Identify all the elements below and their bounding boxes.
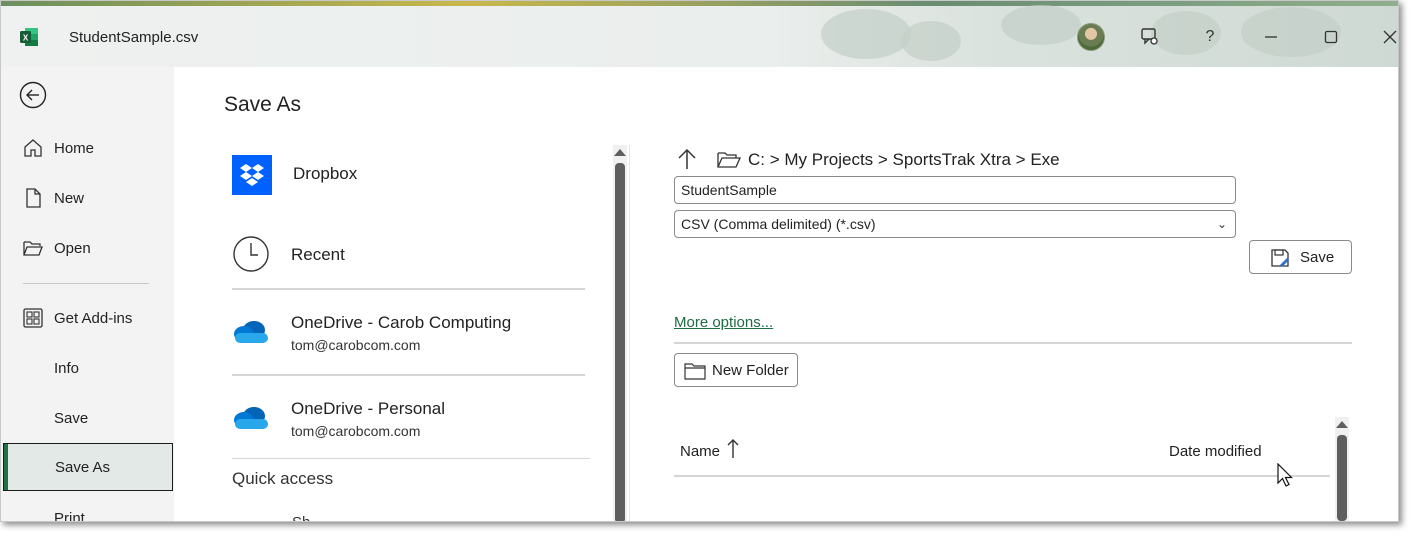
nav-get-addins-label: Get Add-ins <box>54 309 133 327</box>
document-title: StudentSample.csv <box>69 29 199 46</box>
backstage-nav: Home New Open Get Add-ins Info Save Save… <box>1 67 174 522</box>
file-list-header-divider <box>674 475 1330 477</box>
maximize-icon <box>1324 30 1338 44</box>
location-onedrive-personal-label: OneDrive - Personal <box>291 399 446 418</box>
save-as-panel: Save As Dropbox Recent OneDrive - Carob <box>174 67 1398 521</box>
nav-save-as[interactable]: Save As <box>3 443 173 491</box>
column-header-name[interactable]: Name <box>680 439 739 460</box>
nav-open-label: Open <box>54 239 91 257</box>
location-dropbox[interactable]: Dropbox <box>230 153 590 197</box>
svg-text:X: X <box>23 34 29 43</box>
nav-info-label: Info <box>54 359 80 377</box>
folder-open-icon <box>717 152 742 168</box>
file-list-scroll-thumb[interactable] <box>1337 435 1347 521</box>
scroll-up-arrow-icon[interactable] <box>1336 421 1348 428</box>
close-icon <box>1383 30 1397 44</box>
home-icon <box>21 136 45 160</box>
minimize-button[interactable] <box>1256 23 1286 51</box>
user-avatar[interactable] <box>1077 23 1105 51</box>
filename-input[interactable]: StudentSample <box>674 176 1236 204</box>
panel-separator <box>629 145 630 521</box>
feedback-icon <box>1141 28 1158 45</box>
location-dropbox-label: Dropbox <box>293 164 358 183</box>
options-divider <box>674 342 1352 344</box>
nav-info[interactable]: Info <box>1 344 172 392</box>
minimize-icon <box>1265 36 1277 38</box>
nav-new-label: New <box>54 189 85 207</box>
onedrive-cloud-icon <box>234 321 268 343</box>
back-button[interactable] <box>19 81 47 109</box>
nav-open[interactable]: Open <box>1 224 172 272</box>
location-onedrive-personal-email: tom@carobcom.com <box>291 423 421 439</box>
background-cloud-decor <box>901 21 961 61</box>
addins-grid-icon <box>21 306 45 330</box>
excel-window: X StudentSample.csv ? Home New Open Get … <box>0 0 1399 522</box>
title-bar-top-strip <box>1 1 1398 6</box>
breadcrumb-path[interactable]: C: > My Projects > SportsTrak Xtra > Exe <box>748 150 1060 170</box>
column-header-date-modified[interactable]: Date modified <box>1169 443 1262 460</box>
location-divider <box>232 458 590 459</box>
new-folder-icon <box>684 363 706 380</box>
back-arrow-icon <box>19 81 47 109</box>
chevron-down-icon: ⌄ <box>1216 217 1227 231</box>
location-recent[interactable]: Recent <box>230 235 590 275</box>
nav-print[interactable]: Print <box>1 494 172 522</box>
nav-save-label: Save <box>54 409 89 427</box>
nav-home[interactable]: Home <box>1 124 172 172</box>
filetype-selected-value: CSV (Comma delimited) (*.csv) <box>681 216 876 232</box>
scroll-up-arrow-icon[interactable] <box>614 149 626 156</box>
location-divider <box>232 288 585 290</box>
excel-logo-icon: X <box>20 28 38 46</box>
dropbox-icon <box>232 155 272 195</box>
location-onedrive-carob-email: tom@carobcom.com <box>291 337 421 353</box>
new-doc-icon <box>21 186 45 210</box>
column-header-name-label: Name <box>680 443 721 460</box>
quick-access-heading: Quick access <box>232 469 334 488</box>
help-button[interactable]: ? <box>1195 23 1225 51</box>
location-divider <box>232 374 585 376</box>
file-list-scrollbar[interactable] <box>1335 417 1349 521</box>
breadcrumb: C: > My Projects > SportsTrak Xtra > Exe <box>676 147 1276 173</box>
nav-save[interactable]: Save <box>1 394 172 442</box>
more-options-link[interactable]: More options... <box>674 314 773 331</box>
save-button[interactable]: Save <box>1249 240 1352 274</box>
nav-new[interactable]: New <box>1 174 172 222</box>
save-disk-icon <box>1271 249 1289 267</box>
locations-scrollbar[interactable] <box>613 145 627 521</box>
nav-save-as-label: Save As <box>55 458 111 476</box>
location-recent-label: Recent <box>291 245 345 264</box>
feedback-button[interactable] <box>1135 23 1165 51</box>
filetype-select[interactable]: CSV (Comma delimited) (*.csv) ⌄ <box>674 210 1236 238</box>
new-folder-button[interactable]: New Folder <box>674 353 798 387</box>
new-folder-label: New Folder <box>712 361 789 379</box>
nav-home-label: Home <box>54 139 95 157</box>
nav-print-label: Print <box>54 509 85 522</box>
sort-ascending-icon <box>727 439 739 458</box>
background-cloud-decor <box>1001 5 1081 45</box>
nav-get-addins[interactable]: Get Add-ins <box>1 294 172 342</box>
close-button[interactable] <box>1375 23 1398 51</box>
location-onedrive-carob-label: OneDrive - Carob Computing <box>291 313 512 332</box>
nav-divider <box>23 283 149 284</box>
clock-icon <box>233 236 269 272</box>
page-title: Save As <box>224 93 302 116</box>
location-onedrive-personal[interactable]: OneDrive - Personal tom@carobcom.com <box>230 397 590 443</box>
save-button-label: Save <box>1300 248 1335 266</box>
background-cloud-decor <box>821 9 911 59</box>
mouse-pointer-icon <box>1277 463 1293 487</box>
location-onedrive-carob[interactable]: OneDrive - Carob Computing tom@carobcom.… <box>230 311 590 357</box>
folder-open-icon <box>21 236 45 260</box>
up-arrow-icon[interactable] <box>676 147 698 171</box>
locations-scroll-thumb[interactable] <box>615 163 625 521</box>
maximize-button[interactable] <box>1316 23 1346 51</box>
title-bar: X StudentSample.csv ? <box>1 1 1398 67</box>
onedrive-cloud-icon <box>234 407 268 429</box>
quick-access-item-partial[interactable]: Sh <box>292 515 310 521</box>
